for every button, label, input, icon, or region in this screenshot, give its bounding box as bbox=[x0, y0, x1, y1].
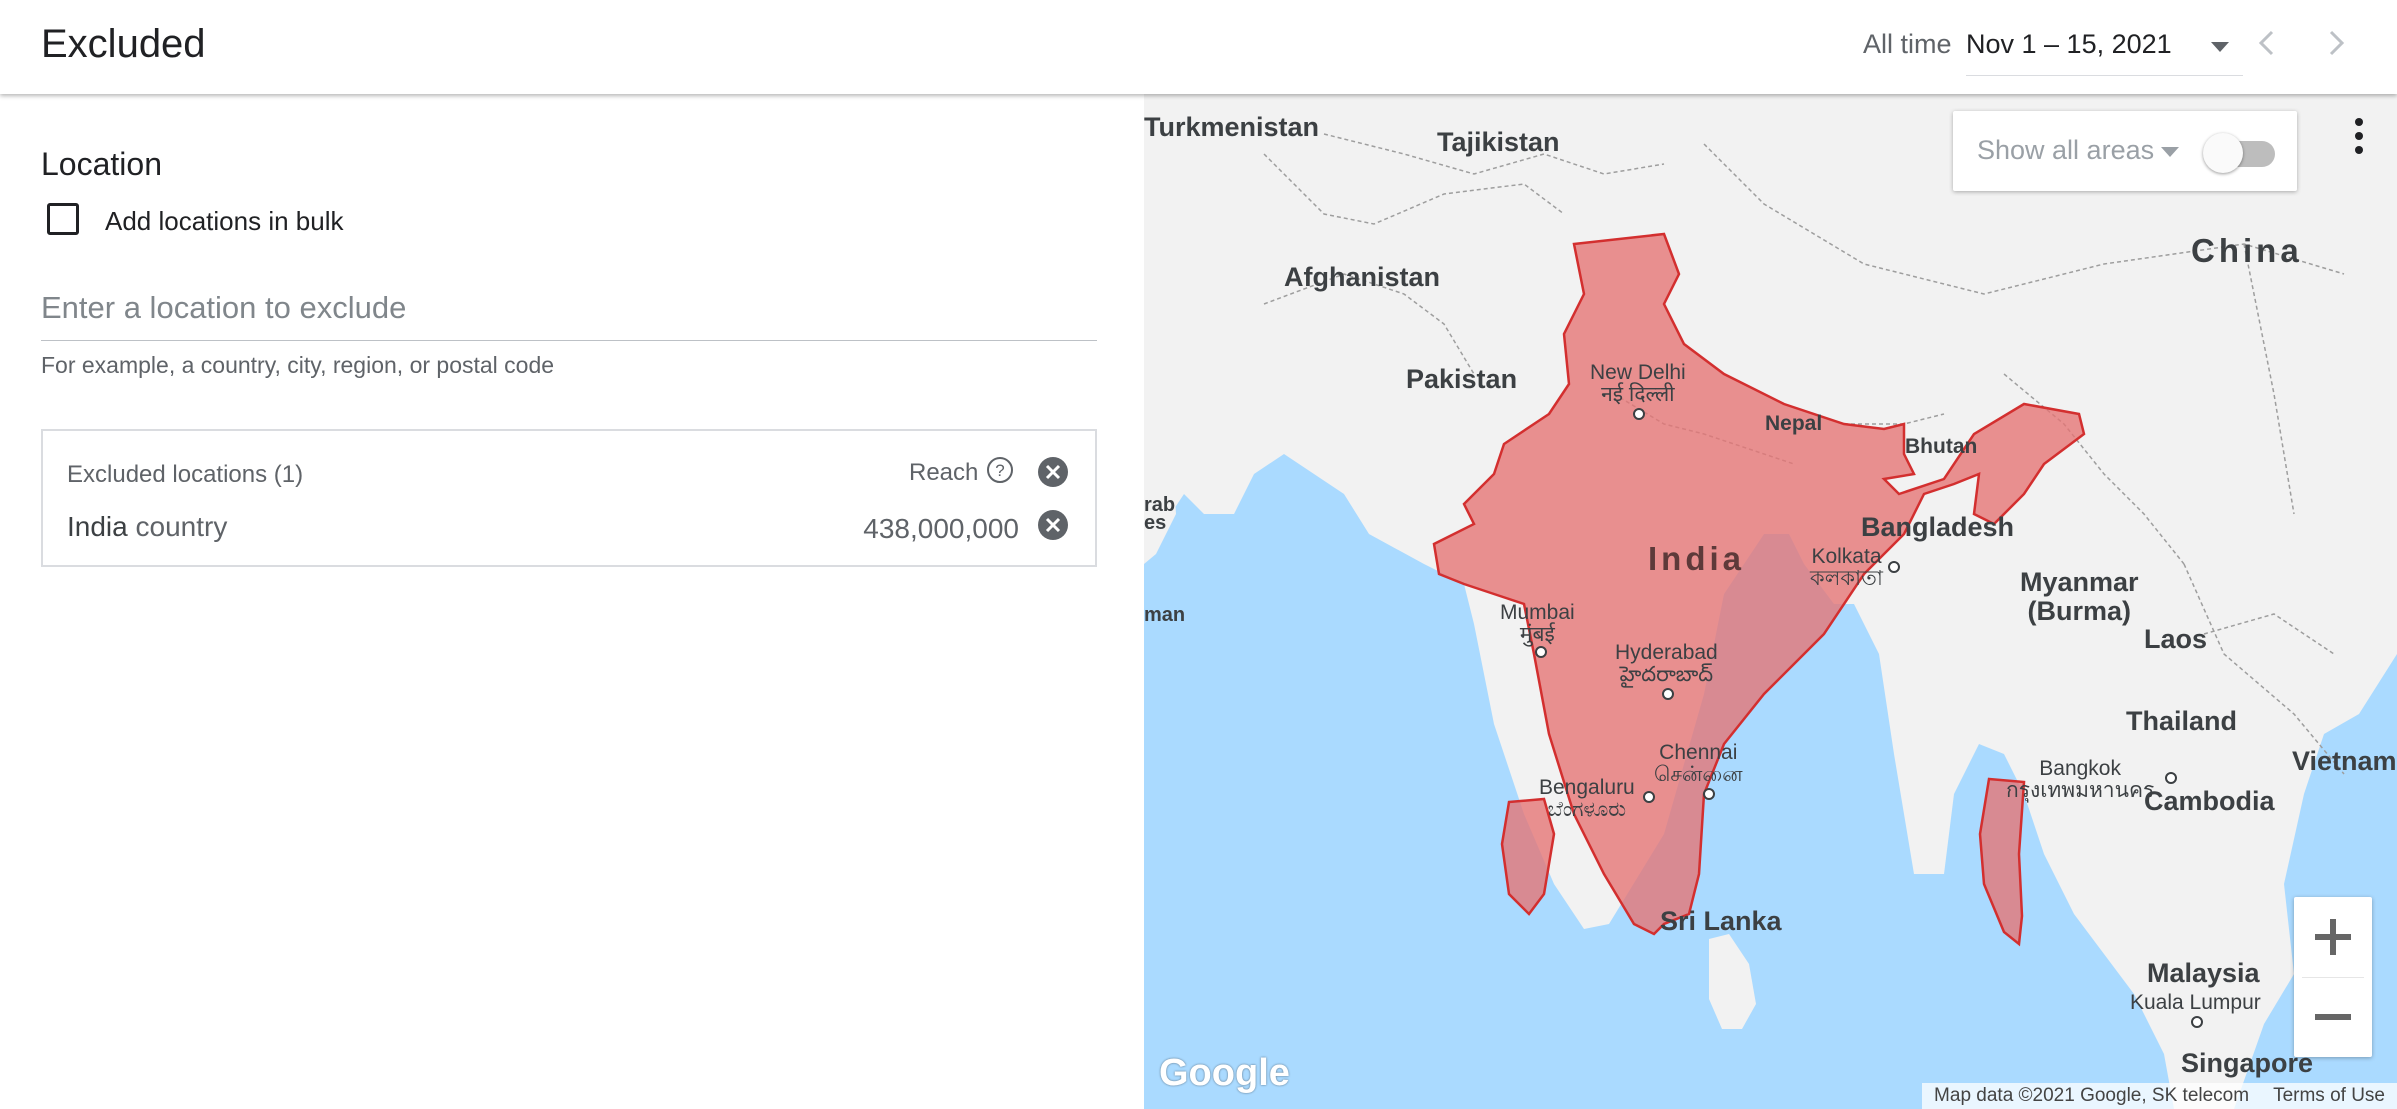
more-options-button[interactable] bbox=[2339, 111, 2379, 161]
location-type: country bbox=[135, 511, 228, 542]
date-range-value: Nov 1 – 15, 2021 bbox=[1966, 29, 2172, 59]
map-label-uae: rab es bbox=[1144, 494, 1176, 534]
map-label-bhutan: Bhutan bbox=[1905, 435, 1978, 458]
chevron-left-icon bbox=[2258, 30, 2274, 56]
map-label-bangladesh: Bangladesh bbox=[1861, 512, 2015, 542]
map-city-hyderabad: Hyderabad హైదరాబాద్ bbox=[1615, 641, 1718, 686]
map-view[interactable]: Turkmenistan Tajikistan Afghanistan Paki… bbox=[1144, 94, 2397, 1109]
map-city-kolkata: Kolkata কলকাতা bbox=[1810, 545, 1883, 590]
map-label-india: India bbox=[1648, 540, 1746, 577]
terms-of-use-link[interactable]: Terms of Use bbox=[2261, 1085, 2397, 1107]
excluded-location-row: India country bbox=[67, 511, 227, 543]
chevron-right-icon bbox=[2329, 30, 2345, 56]
excluded-locations-card: Excluded locations (1) Reach ? India cou… bbox=[41, 429, 1097, 567]
help-icon[interactable]: ? bbox=[985, 455, 1015, 485]
location-panel: Location Add locations in bulk For examp… bbox=[0, 94, 1144, 1109]
map-label-nepal: Nepal bbox=[1765, 412, 1823, 435]
map-label-thailand: Thailand bbox=[2126, 706, 2238, 736]
map-label-afghanistan: Afghanistan bbox=[1284, 262, 1441, 292]
map-data-credit: Map data ©2021 Google, SK telecom bbox=[1934, 1085, 2250, 1106]
map-label-vietnam: Vietnam bbox=[2292, 746, 2397, 776]
chevron-down-icon bbox=[2211, 42, 2229, 52]
map-label-malaysia: Malaysia bbox=[2147, 958, 2260, 988]
zoom-out-button[interactable] bbox=[2294, 977, 2372, 1057]
date-range-label: All time bbox=[1863, 29, 1952, 59]
map-label-cambodia: Cambodia bbox=[2144, 786, 2275, 816]
map-city-new-delhi: New Delhi नई दिल्ली bbox=[1590, 361, 1686, 406]
map-city-bengaluru: Bengaluru ಬೆಂಗಳೂರು bbox=[1539, 776, 1635, 821]
map-label-oman: man bbox=[1144, 604, 1186, 626]
chevron-down-icon bbox=[2161, 147, 2179, 157]
reach-label: Reach bbox=[909, 459, 979, 486]
bulk-add-label[interactable]: Add locations in bulk bbox=[105, 206, 343, 237]
map-label-china: China bbox=[2191, 232, 2303, 269]
next-period-button[interactable] bbox=[2311, 18, 2361, 68]
date-range-dropdown[interactable]: Nov 1 – 15, 2021 bbox=[1966, 20, 2243, 76]
map-city-bangkok: Bangkok กรุงเทพมหานคร bbox=[2006, 757, 2155, 802]
excluded-locations-header: Excluded locations (1) bbox=[67, 461, 304, 488]
location-search-input[interactable] bbox=[41, 276, 1097, 341]
google-logo: Google bbox=[1159, 1052, 1290, 1094]
show-areas-control: Show all areas bbox=[1953, 111, 2297, 191]
map-label-sri-lanka: Sri Lanka bbox=[1660, 906, 1782, 936]
location-helper-text: For example, a country, city, region, or… bbox=[41, 352, 555, 378]
map-city-chennai: Chennai சென்னை bbox=[1654, 741, 1743, 786]
svg-text:?: ? bbox=[995, 461, 1004, 480]
location-reach-value: 438,000,000 bbox=[863, 513, 1019, 544]
location-section-title: Location bbox=[41, 146, 162, 182]
remove-location-button[interactable] bbox=[1036, 508, 1070, 542]
zoom-in-button[interactable] bbox=[2294, 897, 2372, 977]
show-areas-dropdown[interactable]: Show all areas bbox=[1977, 135, 2154, 166]
page-header: Excluded All time Nov 1 – 15, 2021 bbox=[0, 0, 2397, 94]
map-label-myanmar: Myanmar (Burma) bbox=[2020, 567, 2139, 626]
toggle-thumb bbox=[2203, 133, 2243, 173]
page-title: Excluded bbox=[41, 22, 206, 66]
location-name: India bbox=[67, 511, 128, 542]
show-areas-toggle[interactable] bbox=[2203, 133, 2279, 173]
zoom-controls bbox=[2294, 897, 2372, 1057]
map-city-kuala-lumpur: Kuala Lumpur bbox=[2130, 991, 2261, 1014]
map-label-tajikistan: Tajikistan bbox=[1437, 127, 1560, 157]
bulk-add-checkbox[interactable] bbox=[47, 203, 79, 235]
remove-all-button[interactable] bbox=[1036, 455, 1070, 489]
map-city-mumbai: Mumbai मुंबई bbox=[1500, 601, 1575, 646]
map-attribution: Map data ©2021 Google, SK telecom Terms … bbox=[1922, 1083, 2397, 1109]
map-label-laos: Laos bbox=[2144, 624, 2208, 654]
map-label-pakistan: Pakistan bbox=[1406, 364, 1518, 394]
map-label-turkmenistan: Turkmenistan bbox=[1144, 112, 1320, 142]
previous-period-button[interactable] bbox=[2242, 18, 2292, 68]
sri-lanka-landmass bbox=[1709, 934, 1756, 1029]
andaman-area bbox=[1978, 777, 2026, 947]
